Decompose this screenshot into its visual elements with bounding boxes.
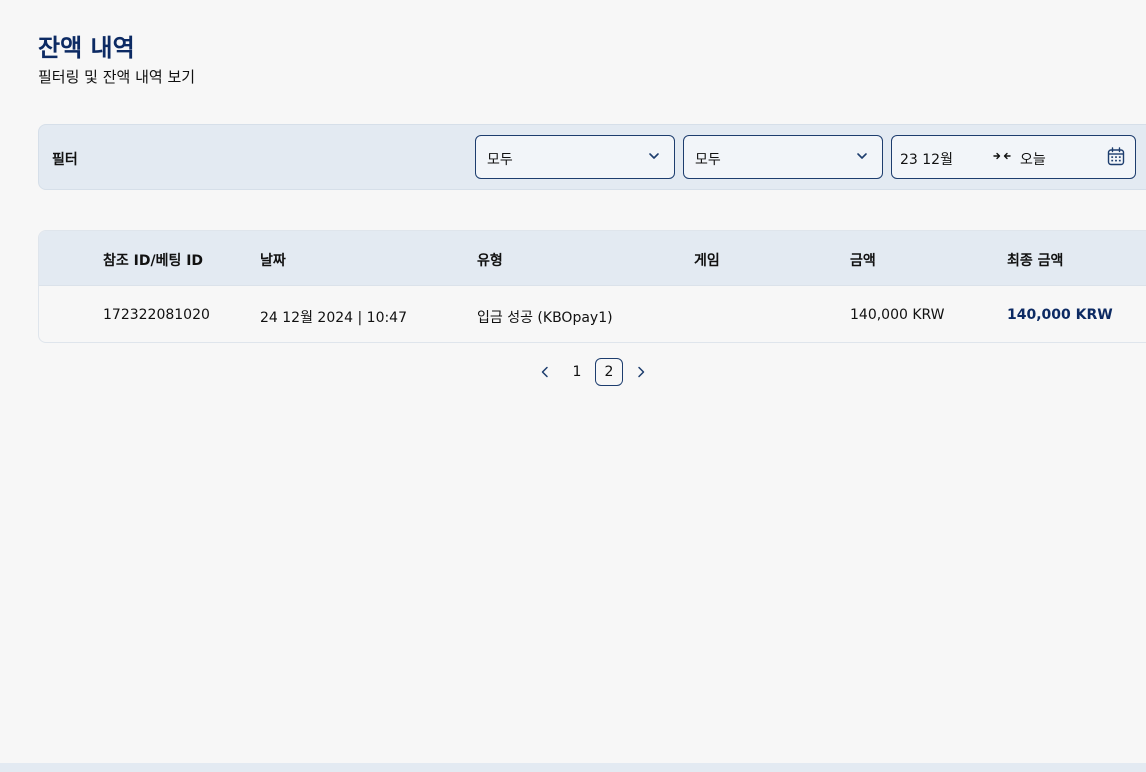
calendar-icon[interactable] <box>1107 147 1125 166</box>
cell-type: 입금 성공 (KBOpay1) <box>477 310 613 326</box>
status-select-value: 모두 <box>695 152 721 168</box>
column-header-reference-id: 참조 ID/베팅 ID <box>103 253 204 269</box>
column-header-date: 날짜 <box>260 253 286 269</box>
date-from[interactable]: 23 12월 <box>900 149 953 169</box>
filter-label: 필터 <box>52 152 78 168</box>
page-button-2[interactable]: 2 <box>595 358 623 386</box>
date-range-picker[interactable]: 23 12월 오늘 <box>891 135 1136 179</box>
pagination: 1 2 <box>531 358 655 386</box>
bottom-strip <box>0 763 1146 772</box>
balance-history-table: 참조 ID/베팅 ID 날짜 유형 게임 금액 최종 금액 1723220810… <box>38 230 1146 343</box>
cell-date: 24 12월 2024 | 10:47 <box>260 310 408 326</box>
type-select-value: 모두 <box>487 152 513 168</box>
prev-page-button[interactable] <box>531 358 559 386</box>
page-title: 잔액 내역 <box>38 34 135 62</box>
column-header-amount: 금액 <box>850 253 876 269</box>
table-header: 참조 ID/베팅 ID 날짜 유형 게임 금액 최종 금액 <box>39 231 1146 286</box>
chevron-left-icon <box>541 366 548 378</box>
column-header-final-amount: 최종 금액 <box>1007 253 1064 269</box>
page-subtitle: 필터링 및 잔액 내역 보기 <box>38 68 196 86</box>
filter-bar: 필터 모두 모두 23 12월 오늘 <box>38 124 1146 190</box>
date-to[interactable]: 오늘 <box>1020 149 1046 169</box>
status-select[interactable]: 모두 <box>683 135 883 179</box>
cell-reference-id: 172322081020 <box>103 307 210 323</box>
column-header-game: 게임 <box>694 253 720 269</box>
chevron-right-icon <box>638 366 645 378</box>
chevron-down-icon <box>649 153 659 159</box>
cell-final-amount: 140,000 KRW <box>1007 307 1113 323</box>
column-header-type: 유형 <box>477 253 503 269</box>
cell-amount: 140,000 KRW <box>850 307 945 323</box>
type-select[interactable]: 모두 <box>475 135 675 179</box>
date-range-arrows-icon <box>993 152 1011 160</box>
page-button-1[interactable]: 1 <box>563 358 591 386</box>
chevron-down-icon <box>857 153 867 159</box>
next-page-button[interactable] <box>627 358 655 386</box>
